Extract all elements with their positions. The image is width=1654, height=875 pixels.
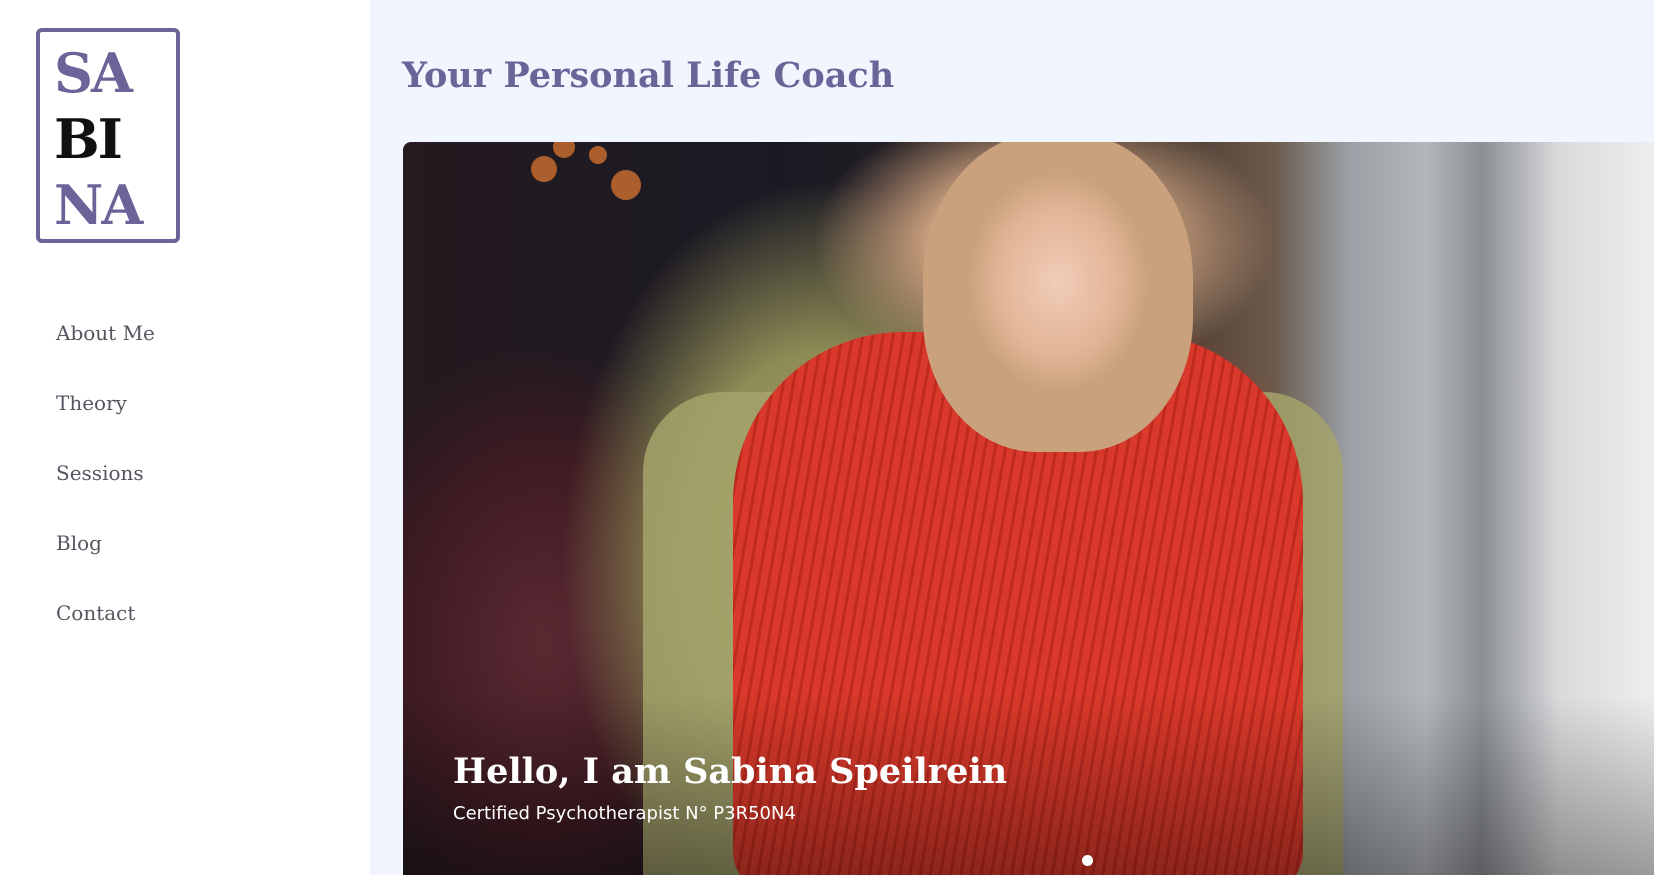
logo-line-3: NA (54, 173, 143, 237)
hero-heading: Hello, I am Sabina Speilrein (453, 751, 1008, 792)
main-nav: About Me Theory Sessions Blog Contact (56, 322, 155, 672)
carousel-dot-active[interactable] (1082, 855, 1093, 866)
nav-item-contact[interactable]: Contact (56, 602, 155, 672)
logo-line-2: BI (54, 107, 123, 171)
nav-item-sessions[interactable]: Sessions (56, 462, 155, 532)
nav-item-blog[interactable]: Blog (56, 532, 155, 602)
hero-slider: Hello, I am Sabina Speilrein Certified P… (403, 142, 1654, 875)
hero-subtitle: Certified Psychotherapist N° P3R50N4 (453, 803, 796, 824)
page-title: Your Personal Life Coach (402, 55, 895, 96)
logo-line-1: SA (54, 41, 133, 105)
nav-item-about-me[interactable]: About Me (56, 322, 155, 392)
sidebar: SA BI NA About Me Theory Sessions Blog C… (0, 0, 370, 875)
hero-portrait-face (923, 142, 1193, 452)
site-logo[interactable]: SA BI NA (36, 28, 180, 243)
nav-item-theory[interactable]: Theory (56, 392, 155, 462)
